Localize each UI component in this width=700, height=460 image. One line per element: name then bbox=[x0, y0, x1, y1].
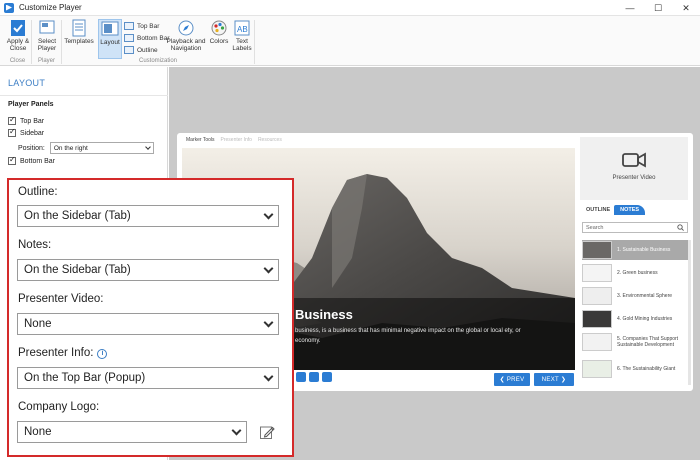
replay-icon[interactable] bbox=[296, 372, 306, 382]
top-bar-icon bbox=[124, 22, 134, 30]
slide-thumbnail bbox=[582, 360, 612, 378]
presenter-video-label: Presenter Video: bbox=[18, 293, 104, 305]
slide-thumbnail bbox=[582, 333, 612, 351]
sidebar-checkbox[interactable] bbox=[8, 127, 16, 137]
volume-icon[interactable] bbox=[309, 372, 319, 382]
outline-scrollbar[interactable] bbox=[688, 240, 691, 385]
outline-item[interactable]: 5. Companies That Support Sustainable De… bbox=[582, 332, 688, 352]
edit-logo-icon[interactable] bbox=[259, 424, 275, 440]
chevron-down-icon bbox=[145, 144, 151, 150]
outline-select[interactable]: On the Sidebar (Tab) bbox=[17, 205, 279, 227]
window-controls: — ☐ ✕ bbox=[616, 0, 700, 16]
select-player-icon bbox=[39, 20, 55, 34]
player-panels-heading: Player Panels bbox=[8, 101, 54, 108]
bottom-bar-checkbox[interactable] bbox=[8, 155, 16, 165]
svg-text:AB: AB bbox=[237, 25, 248, 34]
search-icon bbox=[677, 224, 684, 231]
sidebar-position-select[interactable]: On the right bbox=[49, 142, 154, 154]
presenter-video-box bbox=[580, 137, 688, 200]
video-camera-icon bbox=[622, 152, 646, 168]
sidebar-position-row: Position: On the right bbox=[18, 142, 154, 154]
presenter-info-label-row: Presenter Info: i bbox=[18, 347, 108, 359]
presenter-info-select[interactable]: On the Top Bar (Popup) bbox=[17, 367, 279, 389]
tab-presenter-info[interactable]: Presenter Info bbox=[221, 137, 252, 143]
chevron-down-icon bbox=[263, 317, 274, 327]
ribbon-separator bbox=[254, 20, 255, 64]
layout-icon bbox=[101, 21, 119, 36]
compass-icon bbox=[178, 20, 194, 36]
sidebar-content-settings: Outline: On the Sidebar (Tab) Notes: On … bbox=[7, 178, 294, 457]
outline-item[interactable]: 2. Green business bbox=[582, 263, 688, 283]
slide-thumbnail bbox=[582, 287, 612, 305]
prev-button[interactable]: ❮ PREV bbox=[494, 373, 530, 386]
window-titlebar: Customize Player — ☐ ✕ bbox=[0, 0, 700, 16]
next-button[interactable]: NEXT ❯ bbox=[534, 373, 574, 386]
sidebar-tabs: OUTLINE NOTES bbox=[582, 205, 646, 215]
outline-item[interactable]: 3. Environmental Sphere bbox=[582, 286, 688, 306]
company-logo-select[interactable]: None bbox=[17, 421, 247, 443]
layout-button[interactable]: Layout bbox=[98, 19, 122, 59]
slide-thumbnail bbox=[582, 264, 612, 282]
ribbon: Apply & Close Select Player Templates La… bbox=[0, 16, 700, 66]
palette-icon bbox=[211, 20, 227, 36]
tab-notes[interactable]: NOTES bbox=[614, 205, 646, 215]
notes-select[interactable]: On the Sidebar (Tab) bbox=[17, 259, 279, 281]
window-title: Customize Player bbox=[19, 3, 82, 12]
presenter-video-select[interactable]: None bbox=[17, 313, 279, 335]
outline-label: Outline: bbox=[18, 186, 58, 198]
select-player-button[interactable]: Select Player bbox=[34, 19, 60, 52]
bottom-bar-button[interactable]: Bottom Bar bbox=[124, 32, 170, 44]
info-icon[interactable]: i bbox=[97, 348, 108, 359]
chevron-down-icon bbox=[263, 209, 274, 219]
maximize-button[interactable]: ☐ bbox=[644, 0, 672, 16]
playback-navigation-button[interactable]: Playback and Navigation bbox=[166, 19, 206, 52]
chevron-down-icon bbox=[231, 425, 242, 435]
slide-thumbnail bbox=[582, 310, 612, 328]
templates-button[interactable]: Templates bbox=[64, 19, 94, 45]
outline-item[interactable]: 6. The Sustainability Giant bbox=[582, 359, 688, 379]
minimize-button[interactable]: — bbox=[616, 0, 644, 16]
top-bar-tabs: Marker Tools Presenter Info Resources bbox=[186, 137, 282, 143]
templates-icon bbox=[72, 19, 86, 37]
outline-button[interactable]: Outline bbox=[124, 44, 170, 56]
bottom-bar-checkbox-row[interactable]: Bottom Bar bbox=[8, 155, 55, 165]
notes-label: Notes: bbox=[18, 239, 52, 251]
bottom-bar-icon bbox=[124, 34, 134, 42]
apply-close-icon bbox=[11, 20, 25, 36]
presenter-info-label: Presenter Info: bbox=[18, 347, 94, 359]
group-label-customization: Customization bbox=[138, 58, 177, 64]
chevron-down-icon bbox=[263, 371, 274, 381]
tab-marker-tools[interactable]: Marker Tools bbox=[186, 137, 215, 143]
group-label-player: Player bbox=[37, 58, 55, 64]
top-bar-checkbox-row[interactable]: Top Bar bbox=[8, 115, 44, 125]
panel-title: LAYOUT bbox=[8, 78, 46, 88]
colors-button[interactable]: Colors bbox=[208, 19, 230, 45]
apply-close-button[interactable]: Apply & Close bbox=[4, 19, 32, 52]
app-icon bbox=[4, 2, 14, 13]
outline-icon bbox=[124, 46, 134, 54]
chevron-down-icon bbox=[263, 263, 274, 273]
slide-title: Business bbox=[295, 307, 353, 322]
presenter-video-label: Presenter Video bbox=[612, 175, 656, 181]
outline-search-input[interactable]: Search bbox=[582, 222, 688, 233]
outline-item[interactable]: 1. Sustainable Business bbox=[582, 240, 688, 260]
company-logo-label: Company Logo: bbox=[18, 401, 100, 413]
group-label-close: Close bbox=[9, 58, 26, 64]
close-window-button[interactable]: ✕ bbox=[672, 0, 700, 16]
fullscreen-icon[interactable] bbox=[322, 372, 332, 382]
sidebar-checkbox-row[interactable]: Sidebar bbox=[8, 127, 44, 137]
panel-divider bbox=[0, 95, 168, 96]
top-bar-checkbox[interactable] bbox=[8, 115, 16, 125]
tab-resources[interactable]: Resources bbox=[258, 137, 282, 143]
text-labels-icon: AB bbox=[234, 20, 250, 36]
player-controls bbox=[296, 372, 332, 382]
text-labels-button[interactable]: AB Text Labels bbox=[232, 19, 252, 52]
panel-toggle-group: Top Bar Bottom Bar Outline bbox=[124, 20, 170, 56]
slide-text: business, is a business that has minimal… bbox=[295, 328, 521, 344]
outline-item[interactable]: 4. Gold Mining Industries bbox=[582, 309, 688, 329]
slide-thumbnail bbox=[582, 241, 612, 259]
top-bar-button[interactable]: Top Bar bbox=[124, 20, 170, 32]
tab-outline[interactable]: OUTLINE bbox=[582, 205, 614, 215]
